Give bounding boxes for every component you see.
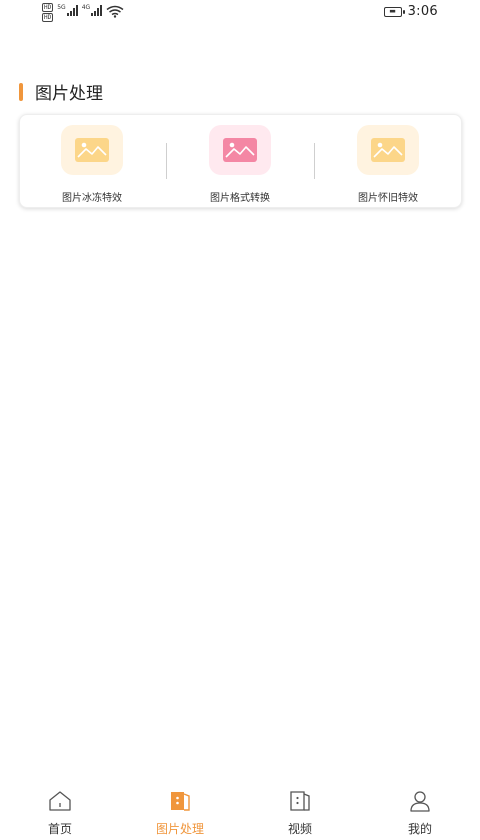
tool-image-freeze[interactable]: 图片冰冻特效 (32, 125, 152, 204)
tool-image-format[interactable]: 图片格式转换 (180, 125, 300, 204)
signal-bars-icon (91, 5, 103, 16)
nav-item-home[interactable]: 首页 (20, 788, 100, 837)
signal-bars-icon (66, 5, 78, 16)
hd-badge: HD (42, 13, 54, 22)
status-left: HD HD 5G 4G (42, 3, 124, 22)
image-icon (371, 138, 405, 162)
divider (314, 143, 315, 179)
nav-item-mine[interactable]: 我的 (380, 788, 460, 837)
signal-4g: 4G (81, 4, 103, 16)
network-type-label: 5G (57, 4, 66, 11)
battery-glyph: ▬ (389, 7, 396, 15)
video-icon (287, 788, 313, 814)
tool-icon-bg (209, 125, 271, 175)
image-process-icon (167, 788, 193, 814)
image-icon (223, 138, 257, 162)
title-accent-bar (19, 82, 23, 101)
network-type-label: 4G (81, 4, 91, 11)
tool-label: 图片冰冻特效 (62, 193, 122, 204)
status-right: ▬ 3:06 (383, 4, 438, 19)
profile-icon (407, 788, 433, 814)
home-icon (47, 788, 73, 814)
tool-icon-bg (61, 125, 123, 175)
nav-item-video[interactable]: 视频 (260, 788, 340, 837)
signal-5g: 5G (57, 4, 78, 16)
nav-label: 图片处理 (155, 822, 204, 836)
section-header: 图片处理 (19, 79, 103, 104)
image-icon (75, 138, 109, 162)
nav-item-image-process[interactable]: 图片处理 (140, 788, 220, 837)
nav-label: 视频 (287, 822, 312, 836)
bottom-nav: 首页 图片处理 视频 我的 (0, 780, 480, 840)
tools-card: 图片冰冻特效 图片格式转换 图片怀旧特效 (19, 114, 462, 208)
status-bar: HD HD 5G 4G ▬ 3:06 (0, 0, 480, 28)
hd-badges: HD HD (42, 3, 54, 22)
tool-image-nostalgia[interactable]: 图片怀旧特效 (328, 125, 448, 204)
wifi-icon (106, 5, 124, 18)
clock: 3:06 (407, 4, 438, 19)
battery-icon: ▬ (383, 6, 405, 17)
tool-label: 图片格式转换 (210, 193, 270, 204)
nav-label: 我的 (407, 822, 432, 836)
nav-label: 首页 (47, 822, 72, 836)
tool-label: 图片怀旧特效 (358, 193, 418, 204)
hd-badge: HD (42, 3, 54, 12)
divider (166, 143, 167, 179)
page-title: 图片处理 (35, 84, 103, 104)
tool-icon-bg (357, 125, 419, 175)
